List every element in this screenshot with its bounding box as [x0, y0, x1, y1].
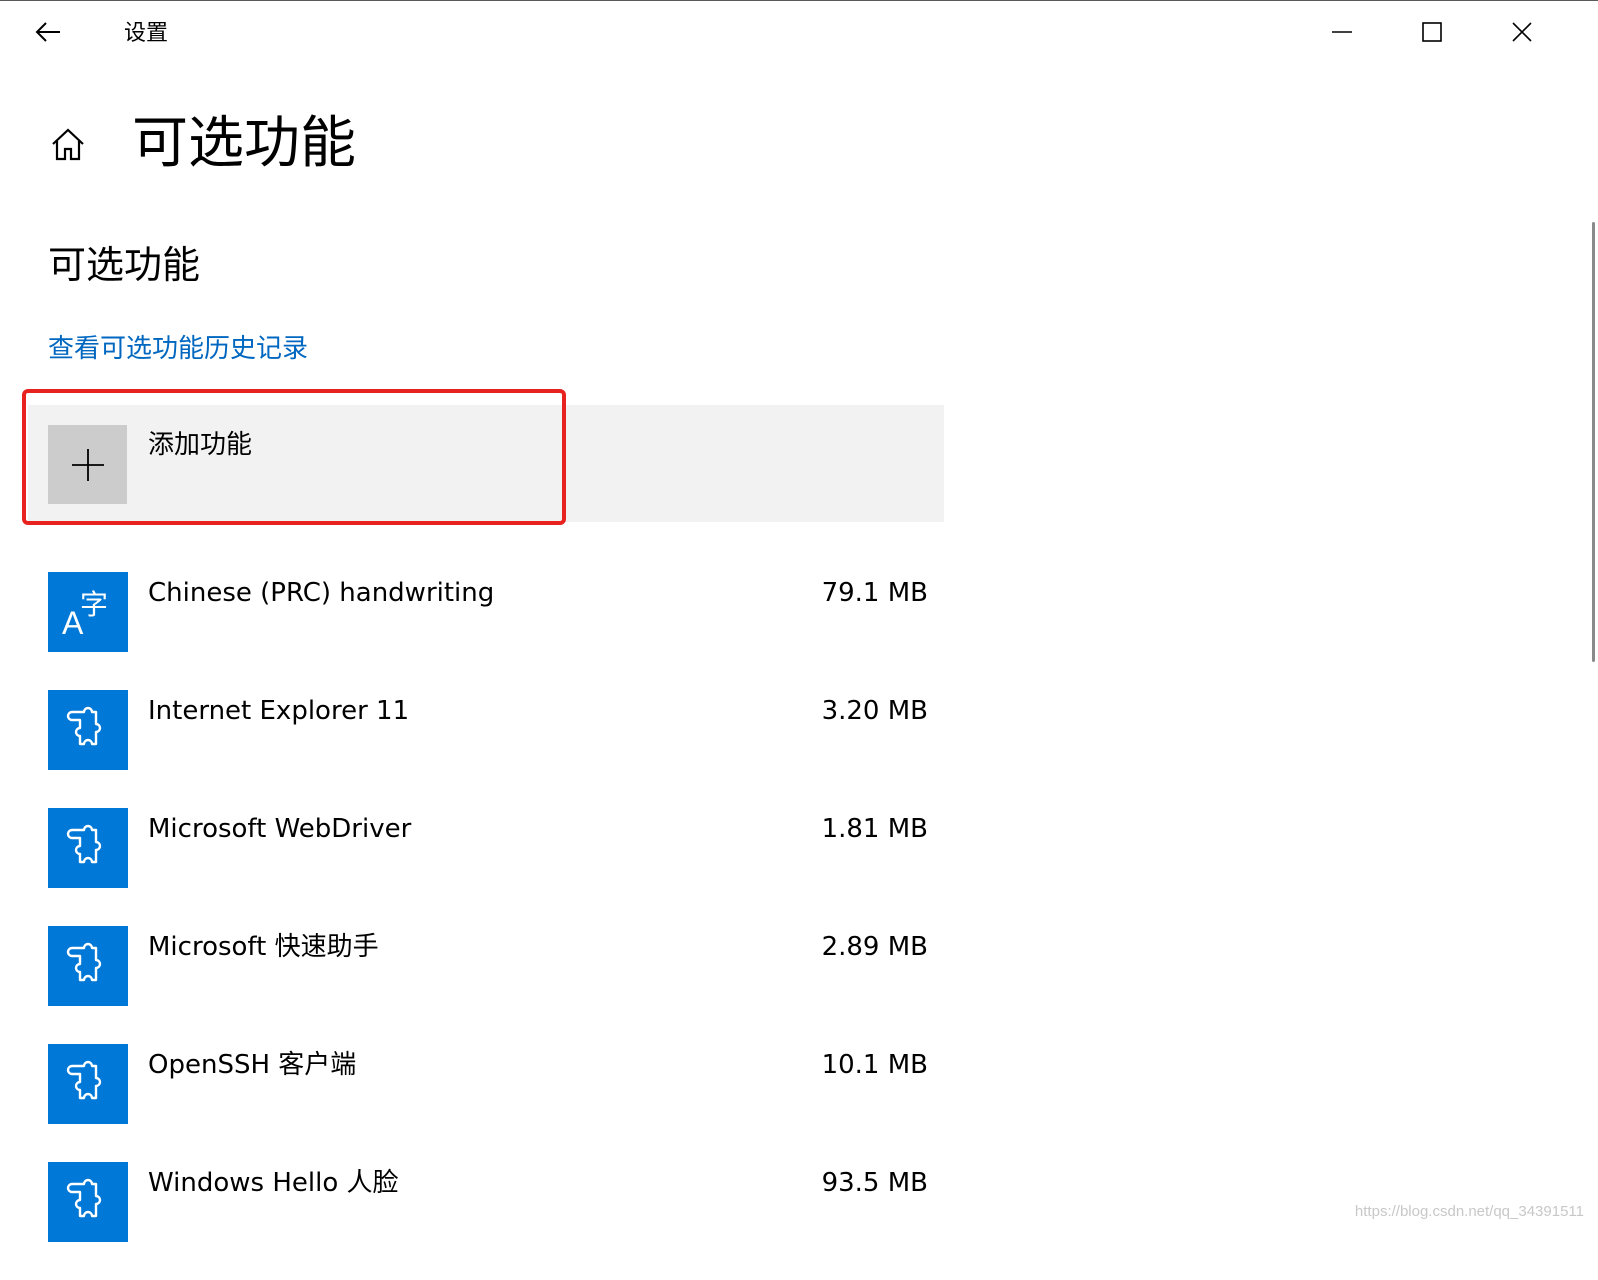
- feature-size: 3.20 MB: [821, 696, 928, 726]
- puzzle-icon: [48, 1044, 128, 1124]
- section-title: 可选功能: [48, 243, 201, 287]
- feature-name: Windows Hello 人脸: [148, 1168, 399, 1198]
- feature-name: Chinese (PRC) handwriting: [148, 578, 495, 608]
- add-icon-tile: [48, 425, 127, 504]
- feature-item-windows-hello-face[interactable]: Windows Hello 人脸 93.5 MB: [48, 1162, 928, 1280]
- feature-size: 10.1 MB: [821, 1050, 928, 1080]
- plus-icon: [71, 448, 104, 481]
- page-title: 可选功能: [132, 111, 356, 176]
- minimize-icon: [1332, 31, 1352, 33]
- feature-name: Microsoft WebDriver: [148, 814, 412, 844]
- close-button[interactable]: [1492, 8, 1552, 56]
- feature-name: Microsoft 快速助手: [148, 932, 379, 962]
- maximize-button[interactable]: [1402, 8, 1462, 56]
- puzzle-icon: [48, 690, 128, 770]
- minimize-button[interactable]: [1312, 8, 1372, 56]
- feature-size: 1.81 MB: [821, 814, 928, 844]
- feature-history-link[interactable]: 查看可选功能历史记录: [48, 330, 308, 368]
- feature-item-quick-assist[interactable]: Microsoft 快速助手 2.89 MB: [48, 926, 928, 1044]
- feature-size: 79.1 MB: [821, 578, 928, 608]
- back-button[interactable]: [22, 12, 74, 52]
- puzzle-icon: [48, 926, 128, 1006]
- feature-item-webdriver[interactable]: Microsoft WebDriver 1.81 MB: [48, 808, 928, 926]
- vertical-scrollbar[interactable]: [1592, 222, 1595, 662]
- feature-name: Internet Explorer 11: [148, 696, 410, 726]
- close-icon: [1512, 22, 1532, 42]
- maximize-icon: [1422, 22, 1442, 42]
- feature-item-chinese-handwriting[interactable]: A 字 Chinese (PRC) handwriting 79.1 MB: [48, 572, 928, 690]
- feature-item-internet-explorer[interactable]: Internet Explorer 11 3.20 MB: [48, 690, 928, 808]
- feature-size: 93.5 MB: [821, 1168, 928, 1198]
- home-icon: [52, 128, 84, 161]
- feature-size: 2.89 MB: [821, 932, 928, 962]
- puzzle-icon: [48, 1162, 128, 1242]
- home-button[interactable]: [44, 120, 92, 168]
- watermark: https://blog.csdn.net/qq_34391511: [1354, 1203, 1584, 1220]
- feature-name: OpenSSH 客户端: [148, 1050, 357, 1080]
- add-feature-button[interactable]: 添加功能: [28, 405, 944, 522]
- language-icon: A 字: [48, 572, 128, 652]
- installed-features-list: A 字 Chinese (PRC) handwriting 79.1 MB In…: [48, 572, 928, 1280]
- add-feature-label: 添加功能: [148, 430, 253, 460]
- back-arrow-icon: [35, 22, 60, 42]
- puzzle-icon: [48, 808, 128, 888]
- window-top-border: [0, 0, 1598, 1]
- feature-item-openssh-client[interactable]: OpenSSH 客户端 10.1 MB: [48, 1044, 928, 1162]
- language-icon-cjk-glyph: 字: [80, 588, 108, 621]
- app-title: 设置: [124, 21, 169, 46]
